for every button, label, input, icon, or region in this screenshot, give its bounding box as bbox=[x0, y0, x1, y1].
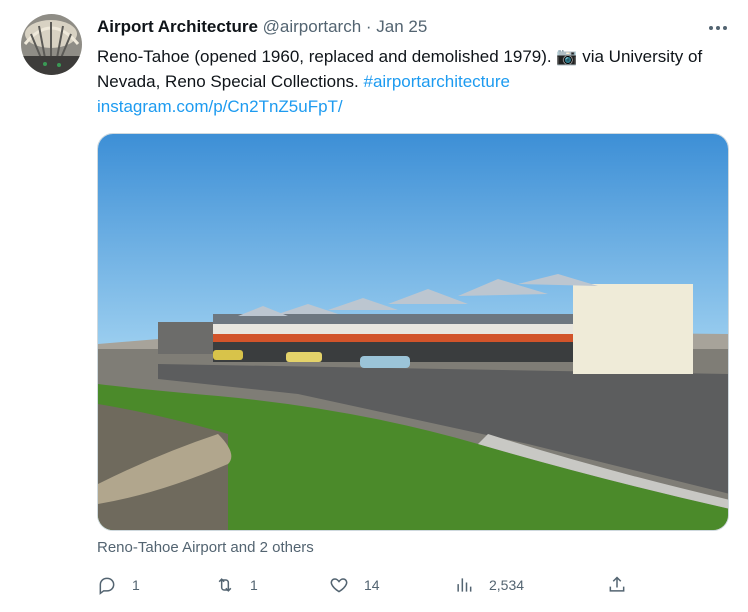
like-count: 14 bbox=[364, 577, 380, 593]
reply-button[interactable]: 1 bbox=[97, 573, 140, 597]
hashtag-link[interactable]: #airportarchitecture bbox=[364, 72, 510, 91]
author-name[interactable]: Airport Architecture bbox=[97, 17, 258, 36]
share-button[interactable] bbox=[607, 573, 627, 597]
retweet-count: 1 bbox=[250, 577, 258, 593]
retweet-icon bbox=[218, 578, 232, 592]
url-link[interactable]: instagram.com/p/Cn2TnZ5uFpT/ bbox=[97, 97, 343, 116]
airport-photo bbox=[98, 134, 728, 530]
author-handle[interactable]: @airportarch bbox=[263, 17, 362, 36]
tweet-date[interactable]: Jan 25 bbox=[376, 17, 427, 36]
tweet-text: Reno-Tahoe (opened 1960, replaced and de… bbox=[97, 44, 727, 119]
reply-icon bbox=[99, 577, 115, 595]
views-count: 2,534 bbox=[489, 577, 525, 593]
views-icon bbox=[457, 578, 472, 592]
avatar[interactable] bbox=[21, 14, 82, 75]
tweet-photo[interactable] bbox=[97, 133, 729, 531]
tweet-actions: 1 1 14 2,534 bbox=[97, 573, 731, 597]
more-icon[interactable] bbox=[706, 18, 730, 38]
reply-count: 1 bbox=[132, 577, 140, 593]
like-button[interactable]: 14 bbox=[329, 573, 380, 597]
retweet-button[interactable]: 1 bbox=[215, 573, 258, 597]
media-caption[interactable]: Reno-Tahoe Airport and 2 others bbox=[97, 538, 314, 558]
header-separator: · bbox=[365, 17, 372, 36]
avatar-image bbox=[21, 14, 82, 75]
like-icon bbox=[330, 578, 348, 593]
share-icon bbox=[609, 576, 625, 592]
views-button[interactable]: 2,534 bbox=[454, 573, 524, 597]
tweet-header: Airport Architecture @airportarch · Jan … bbox=[97, 16, 427, 38]
